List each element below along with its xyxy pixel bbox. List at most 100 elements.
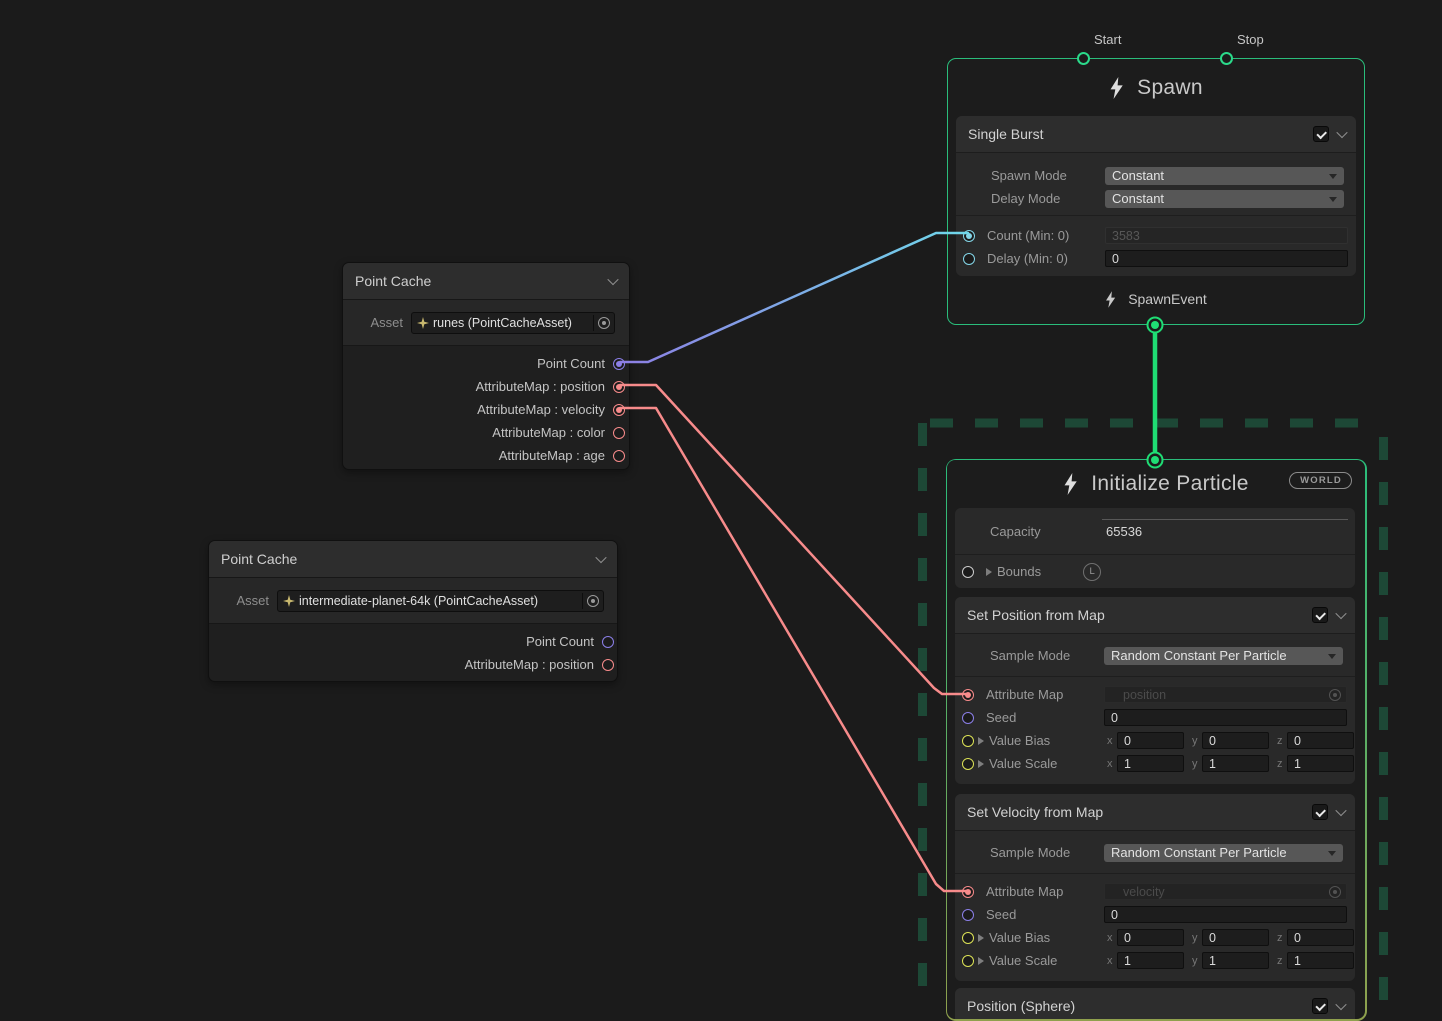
output-row: Point Count xyxy=(343,352,629,375)
output-row: Point Count xyxy=(209,630,617,653)
object-picker-icon[interactable] xyxy=(587,595,599,607)
value-bias-y-field[interactable]: 0 xyxy=(1202,732,1269,749)
foldout-triangle-icon[interactable] xyxy=(978,760,984,768)
value-bias-y-field[interactable]: 0 xyxy=(1202,929,1269,946)
init-settings-block: Capacity 65536 Bounds L xyxy=(955,508,1355,588)
value-bias-x-field[interactable]: 0 xyxy=(1117,929,1184,946)
output-row: AttributeMap : position xyxy=(343,375,629,398)
value-scale-z-field[interactable]: 1 xyxy=(1287,755,1354,772)
block-enabled-checkbox[interactable] xyxy=(1312,607,1328,623)
spawn-event-label: SpawnEvent xyxy=(1128,291,1207,307)
output-label: AttributeMap : color xyxy=(492,425,605,440)
start-port-label: Start xyxy=(1094,32,1121,47)
set-position-from-map-block[interactable]: Set Position from Map Sample Mode Random… xyxy=(955,597,1355,784)
chevron-down-icon[interactable] xyxy=(1335,805,1346,816)
chevron-down-icon[interactable] xyxy=(595,552,606,563)
attributemap-position-port[interactable] xyxy=(602,659,614,671)
point-cache-node-planet[interactable]: Point Cache Asset intermediate-planet-64… xyxy=(208,540,618,682)
value-scale-x-field[interactable]: 1 xyxy=(1117,755,1184,772)
sample-mode-dropdown[interactable]: Random Constant Per Particle xyxy=(1104,844,1343,862)
value-scale-row: Value Scale x 1 y 1 z 1 xyxy=(955,949,1355,972)
delay-mode-row: Delay Mode Constant xyxy=(956,187,1356,210)
value: 1 xyxy=(1294,954,1301,968)
value: 0 xyxy=(1124,734,1131,748)
value-bias-z-field[interactable]: 0 xyxy=(1287,732,1354,749)
block-enabled-checkbox[interactable] xyxy=(1312,804,1328,820)
attributemap-color-port[interactable] xyxy=(613,427,625,439)
chevron-down-icon[interactable] xyxy=(1336,127,1347,138)
value-bias-port[interactable] xyxy=(962,735,974,747)
count-port[interactable] xyxy=(963,230,975,242)
edge-position-to-attributemap[interactable] xyxy=(620,385,969,694)
seed-field[interactable]: 0 xyxy=(1104,906,1347,923)
point-cache-node-runes[interactable]: Point Cache Asset runes (PointCacheAsset… xyxy=(342,262,630,470)
attributemap-age-port[interactable] xyxy=(613,450,625,462)
point-cache-header[interactable]: Point Cache xyxy=(343,263,629,300)
foldout-triangle-icon[interactable] xyxy=(978,737,984,745)
single-burst-block[interactable]: Single Burst Spawn Mode Constant Delay M… xyxy=(956,116,1356,276)
point-count-port[interactable] xyxy=(613,358,625,370)
local-space-icon[interactable]: L xyxy=(1083,563,1101,581)
set-position-header[interactable]: Set Position from Map xyxy=(955,597,1355,634)
delay-value: 0 xyxy=(1112,252,1119,266)
asset-object-field[interactable]: intermediate-planet-64k (PointCacheAsset… xyxy=(277,590,604,612)
value: 0 xyxy=(1294,931,1301,945)
value-bias-z-field[interactable]: 0 xyxy=(1287,929,1354,946)
value-scale-y-field[interactable]: 1 xyxy=(1202,952,1269,969)
value-scale-port[interactable] xyxy=(962,758,974,770)
chevron-down-icon[interactable] xyxy=(1335,999,1346,1010)
stop-port-label: Stop xyxy=(1237,32,1264,47)
block-enabled-checkbox[interactable] xyxy=(1312,998,1328,1014)
delay-mode-dropdown[interactable]: Constant xyxy=(1105,190,1344,208)
attributemap-velocity-port[interactable] xyxy=(613,404,625,416)
foldout-triangle-icon[interactable] xyxy=(978,934,984,942)
world-space-badge[interactable]: WORLD xyxy=(1289,472,1352,489)
seed-port[interactable] xyxy=(962,712,974,724)
initialize-particle-context-node[interactable]: Initialize Particle WORLD Capacity 65536… xyxy=(946,459,1367,1021)
chevron-down-icon[interactable] xyxy=(1335,608,1346,619)
block-title: Position (Sphere) xyxy=(967,998,1312,1014)
value-scale-port[interactable] xyxy=(962,955,974,967)
single-burst-header[interactable]: Single Burst xyxy=(956,116,1356,153)
set-velocity-header[interactable]: Set Velocity from Map xyxy=(955,794,1355,831)
attribute-map-label: Attribute Map xyxy=(986,884,1104,899)
delay-port[interactable] xyxy=(963,253,975,265)
seed-field[interactable]: 0 xyxy=(1104,709,1347,726)
foldout-triangle-icon[interactable] xyxy=(978,957,984,965)
point-count-port[interactable] xyxy=(602,636,614,648)
asset-object-field[interactable]: runes (PointCacheAsset) xyxy=(411,312,615,334)
stop-flow-port[interactable] xyxy=(1220,52,1233,65)
attributemap-position-port[interactable] xyxy=(613,381,625,393)
spawn-context-node[interactable]: Start Stop Spawn Single Burst Spawn Mode… xyxy=(947,58,1365,325)
point-cache-header[interactable]: Point Cache xyxy=(209,541,617,578)
capacity-value[interactable]: 65536 xyxy=(1106,524,1142,539)
block-enabled-checkbox[interactable] xyxy=(1313,126,1329,142)
sample-mode-dropdown[interactable]: Random Constant Per Particle xyxy=(1104,647,1343,665)
value-scale-x-field[interactable]: 1 xyxy=(1117,952,1184,969)
y-axis-label: y xyxy=(1192,955,1202,967)
edge-pointcount-to-count[interactable] xyxy=(620,233,968,362)
seed-port[interactable] xyxy=(962,909,974,921)
value: 1 xyxy=(1124,954,1131,968)
bounds-port[interactable] xyxy=(962,566,974,578)
foldout-triangle-icon[interactable] xyxy=(986,568,992,576)
spawn-mode-dropdown[interactable]: Constant xyxy=(1105,167,1344,185)
attribute-map-label: Attribute Map xyxy=(986,687,1104,702)
object-picker-icon[interactable] xyxy=(598,317,610,329)
value-scale-z-field[interactable]: 1 xyxy=(1287,952,1354,969)
attribute-map-port[interactable] xyxy=(962,886,974,898)
start-flow-port[interactable] xyxy=(1077,52,1090,65)
edge-velocity-to-attributemap[interactable] xyxy=(620,408,969,891)
set-velocity-from-map-block[interactable]: Set Velocity from Map Sample Mode Random… xyxy=(955,794,1355,981)
value-scale-y-field[interactable]: 1 xyxy=(1202,755,1269,772)
value: 0 xyxy=(1209,734,1216,748)
delay-field[interactable]: 0 xyxy=(1105,250,1348,267)
chevron-down-icon[interactable] xyxy=(607,274,618,285)
value-bias-port[interactable] xyxy=(962,932,974,944)
x-axis-label: x xyxy=(1107,932,1117,944)
vfx-graph-canvas[interactable]: { "colors": { "background": "#1b1b1b", "… xyxy=(0,0,1442,1004)
count-row: Count (Min: 0) 3583 xyxy=(956,224,1356,247)
value-bias-x-field[interactable]: 0 xyxy=(1117,732,1184,749)
attribute-map-ghost-value: position xyxy=(1123,688,1166,702)
attribute-map-port[interactable] xyxy=(962,689,974,701)
